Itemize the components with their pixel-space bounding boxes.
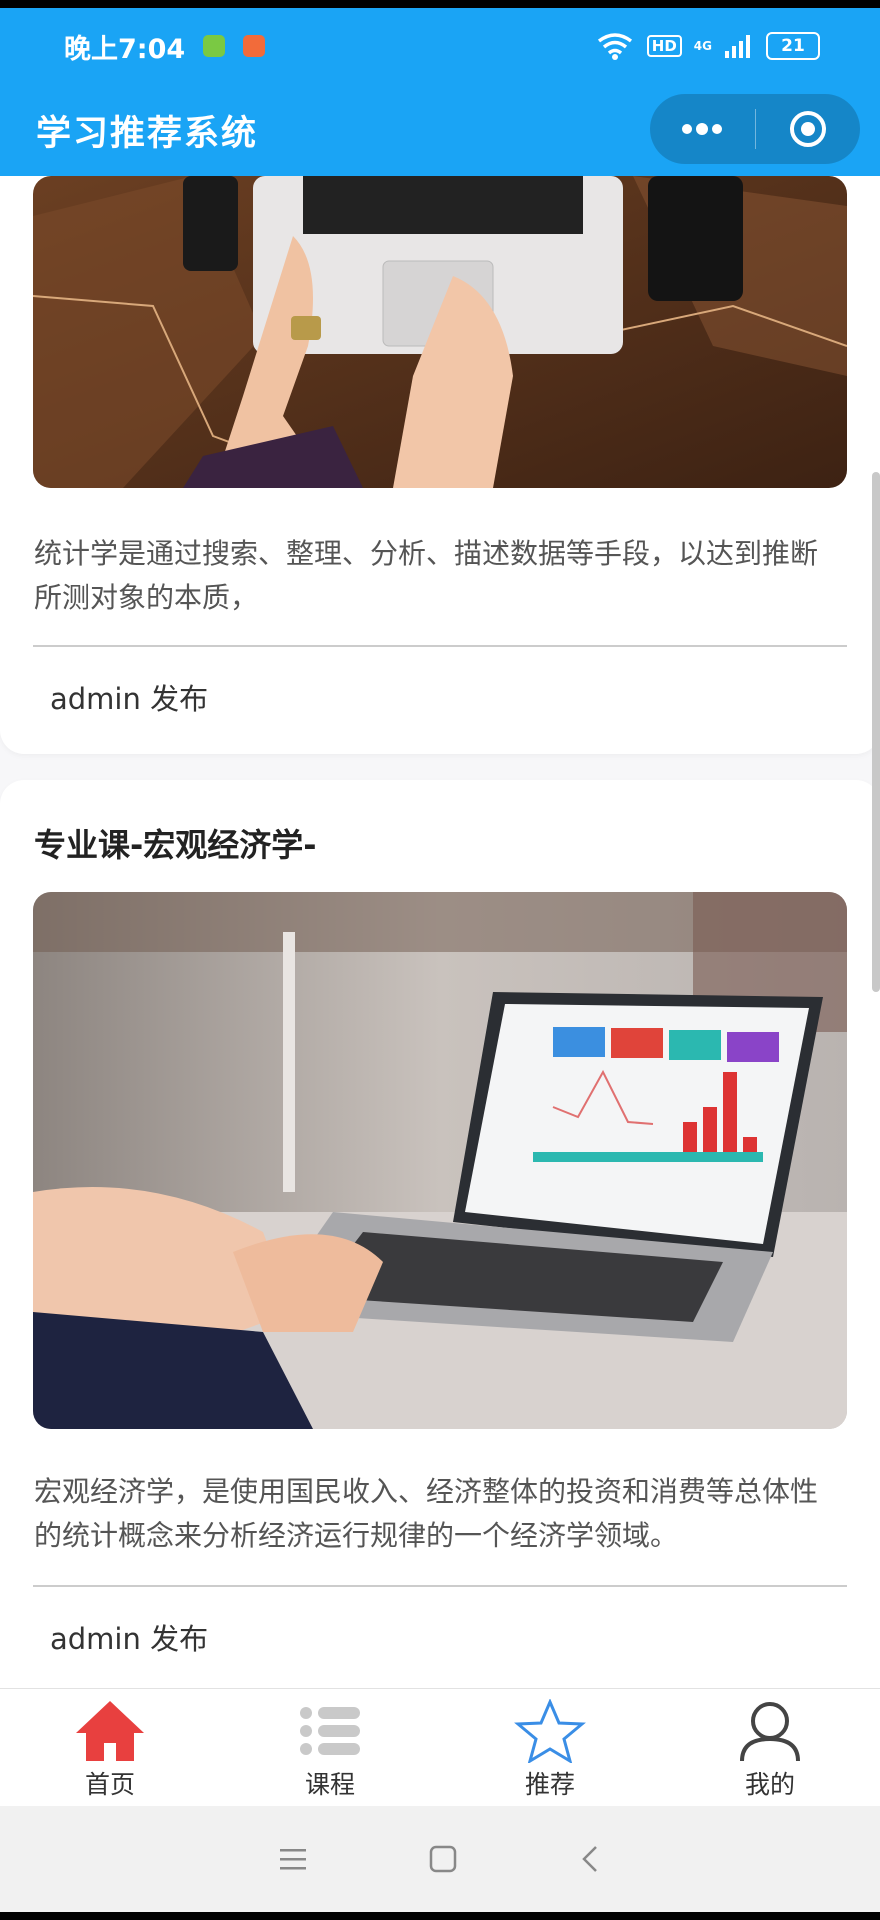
menu-icon[interactable] xyxy=(278,1846,308,1872)
nav-bar: 学习推荐系统 xyxy=(0,84,880,176)
battery-icon: 21 xyxy=(766,32,820,60)
tab-recommend[interactable]: 推荐 xyxy=(440,1689,660,1807)
card-divider xyxy=(33,1585,847,1587)
scrollbar[interactable] xyxy=(872,472,880,992)
status-time: 晚上7:04 xyxy=(64,33,186,65)
star-icon xyxy=(514,1699,586,1763)
course-card[interactable]: 专业课-宏观经济学- 宏观经济学，是使用国民收入、经济整体的投资和消费等总体性的… xyxy=(0,780,880,1688)
tab-home[interactable]: 首页 xyxy=(0,1689,220,1807)
home-square-icon[interactable] xyxy=(428,1844,458,1874)
course-author: admin 发布 xyxy=(50,682,209,716)
scroll-content[interactable]: 统计学是通过搜索、整理、分析、描述数据等手段，以达到推断所测对象的本质， adm… xyxy=(0,176,880,1688)
tab-profile-label: 我的 xyxy=(744,1770,795,1799)
system-nav-bar xyxy=(0,1806,880,1912)
close-miniprogram-button[interactable] xyxy=(756,94,861,164)
tab-courses[interactable]: 课程 xyxy=(220,1689,440,1807)
laptop-dashboard-image xyxy=(33,892,847,1429)
course-image xyxy=(33,176,847,488)
miniprogram-capsule xyxy=(650,94,860,164)
tab-courses-label: 课程 xyxy=(304,1770,355,1799)
user-icon xyxy=(740,1702,800,1762)
top-edge xyxy=(0,0,880,8)
card-divider xyxy=(33,645,847,647)
tab-bar: 首页 课程 推荐 我的 xyxy=(0,1688,880,1807)
app-notification-icon xyxy=(203,35,226,57)
course-title: 专业课-宏观经济学- xyxy=(34,826,317,864)
more-button[interactable] xyxy=(650,94,755,164)
tab-profile[interactable]: 我的 xyxy=(660,1689,880,1807)
laptop-desk-image xyxy=(33,176,847,488)
signal-icon xyxy=(725,35,750,58)
course-description: 宏观经济学，是使用国民收入、经济整体的投资和消费等总体性的统计概念来分析经济运行… xyxy=(34,1475,819,1552)
bottom-edge xyxy=(0,1912,880,1920)
target-circle-icon xyxy=(789,111,826,147)
back-icon[interactable] xyxy=(578,1844,602,1874)
course-author: admin 发布 xyxy=(50,1622,209,1656)
course-description: 统计学是通过搜索、整理、分析、描述数据等手段，以达到推断所测对象的本质， xyxy=(34,537,819,614)
tab-recommend-label: 推荐 xyxy=(524,1770,575,1799)
wifi-icon xyxy=(597,33,632,60)
network-type: 4G xyxy=(693,39,712,53)
page-title: 学习推荐系统 xyxy=(36,113,259,154)
course-image xyxy=(33,892,847,1429)
list-icon xyxy=(300,1707,360,1755)
video-notification-icon xyxy=(243,35,266,57)
hd-badge: HD xyxy=(646,35,682,57)
course-card[interactable]: 统计学是通过搜索、整理、分析、描述数据等手段，以达到推断所测对象的本质， adm… xyxy=(0,176,880,754)
battery-level: 21 xyxy=(781,36,805,56)
tab-home-label: 首页 xyxy=(84,1770,135,1799)
status-bar: 晚上7:04 HD 4G 21 xyxy=(0,8,880,84)
home-icon xyxy=(76,1701,144,1761)
more-dots-icon xyxy=(682,123,723,135)
